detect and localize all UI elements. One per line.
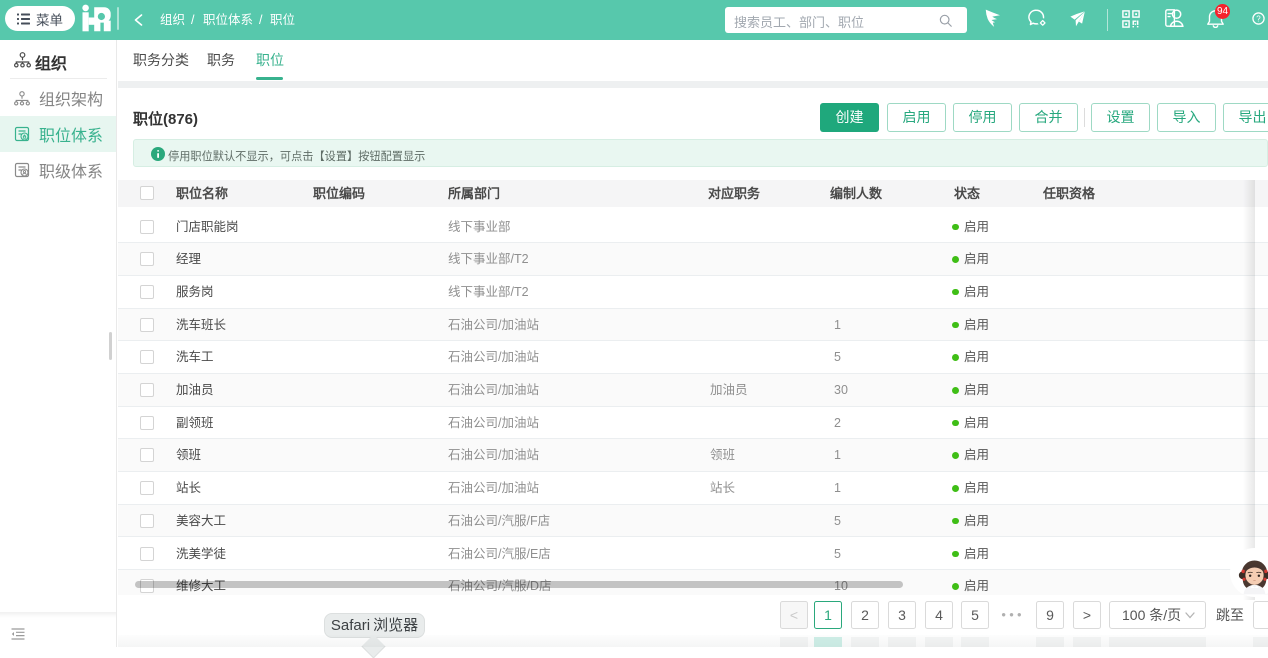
svg-text:?: ? [1256, 14, 1261, 23]
